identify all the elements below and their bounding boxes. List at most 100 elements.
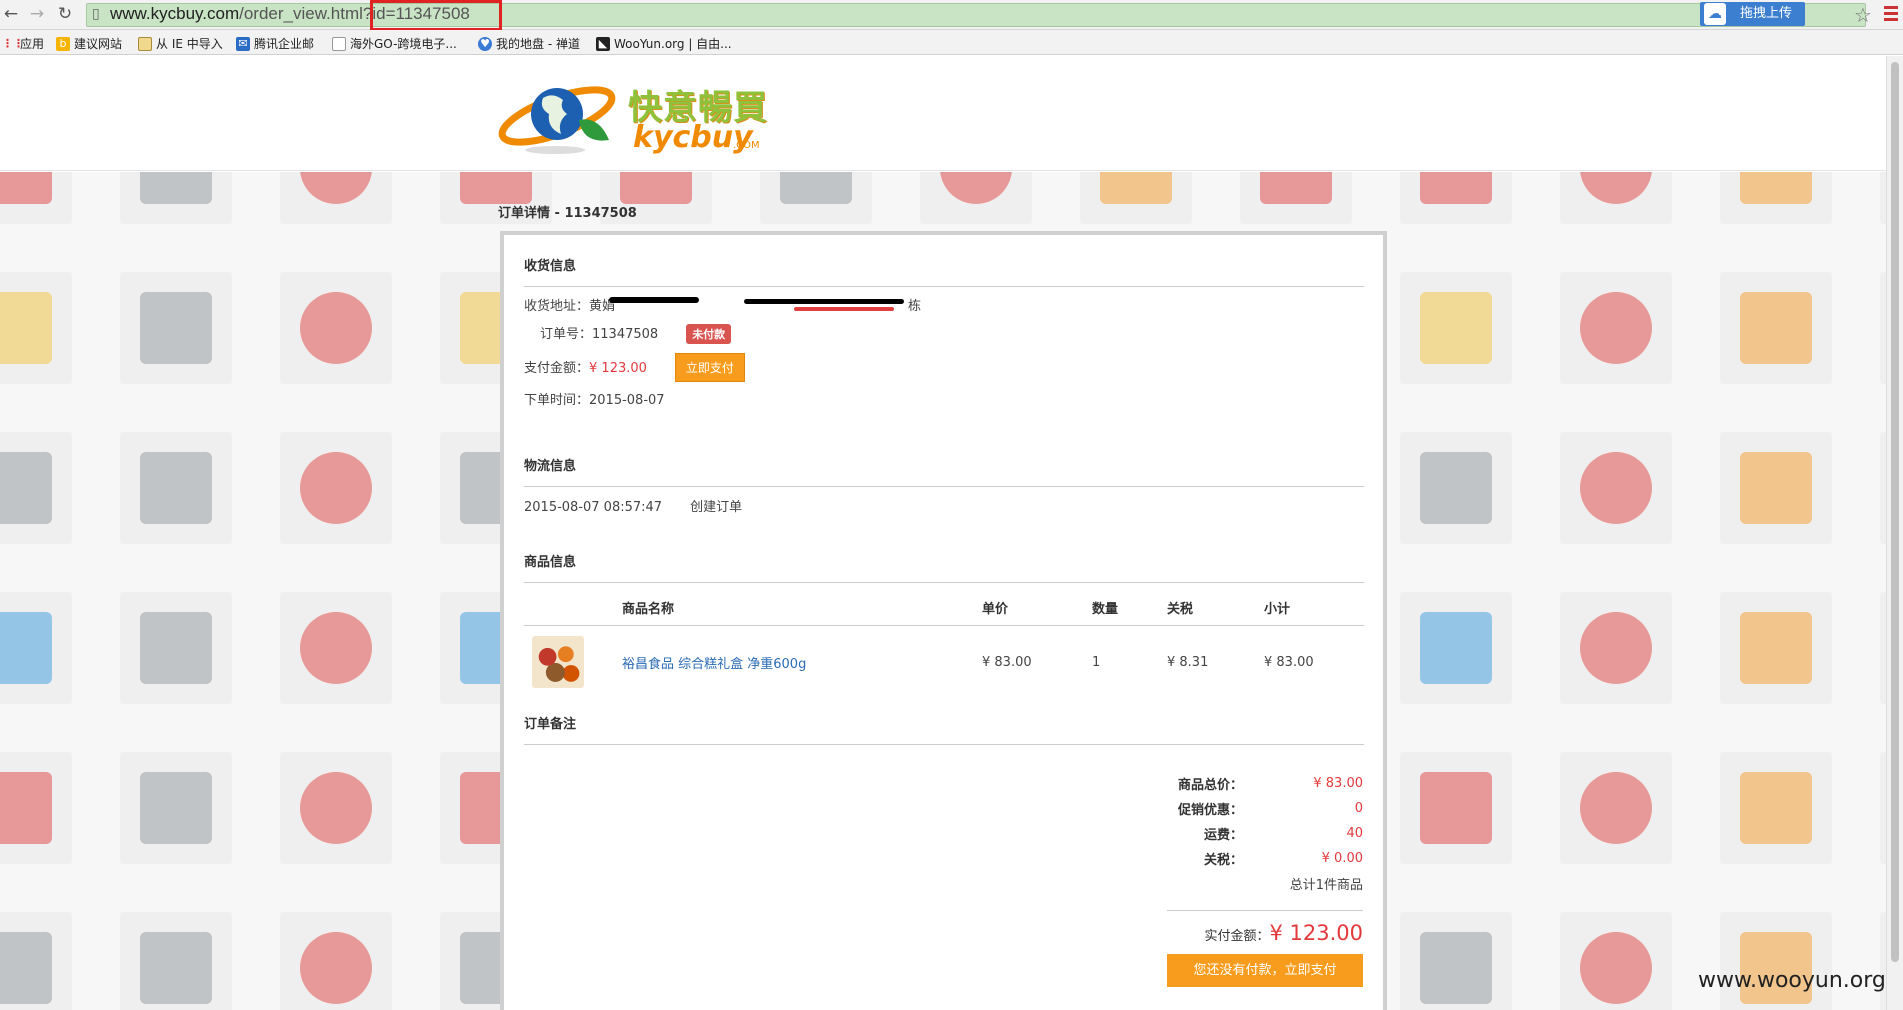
bookmark-star-icon[interactable]: ☆ <box>1854 3 1872 27</box>
order-detail-panel: 收货信息 收货地址：黄娟栋 订单号：11347508 未付款 支付金额：¥ 123… <box>500 231 1387 1010</box>
address-row: 收货地址：黄娟栋 <box>524 295 921 314</box>
bookmark-suggested[interactable]: b 建议网站 <box>56 35 122 52</box>
column-header-name: 商品名称 <box>622 590 982 626</box>
background-tile <box>120 912 232 1010</box>
column-header-price: 单价 <box>982 590 1092 626</box>
background-tile <box>1560 752 1672 864</box>
popcorn-icon <box>1580 772 1652 844</box>
background-tile <box>760 172 872 224</box>
unpaid-pay-now-button[interactable]: 您还没有付款，立即支付 <box>1167 954 1363 987</box>
umbrella-icon <box>140 612 212 684</box>
background-tile <box>120 432 232 544</box>
logistics-time: 2015-08-07 08:57:47 <box>524 500 663 515</box>
background-tile <box>0 172 72 224</box>
background-tile <box>280 432 392 544</box>
address-tail: 栋 <box>908 299 922 314</box>
page-title: 订单详情 - 11347508 <box>498 206 637 221</box>
shoe-icon <box>300 292 372 364</box>
bookmark-tencent-mail[interactable]: ✉ 腾讯企业邮 <box>236 35 314 52</box>
order-no-value: 11347508 <box>592 327 659 342</box>
background-tile <box>0 752 72 864</box>
logo-com-text: .COM <box>733 140 760 151</box>
amount-label: 支付金额： <box>524 361 590 376</box>
url-host: www.kycbuy.com <box>110 4 240 23</box>
background-tile <box>280 752 392 864</box>
kycbuy-logo[interactable]: 快意暢買 kycbuy .COM <box>495 76 775 156</box>
order-no-label: 订单号： <box>540 327 593 342</box>
product-qty: 1 <box>1092 654 1101 670</box>
popcorn-icon <box>140 772 212 844</box>
shipping-section-title: 收货信息 <box>524 255 1364 287</box>
total-label: 运费： <box>1203 828 1243 843</box>
products-table: 商品名称 单价 数量 关税 小计 裕昌食品 综合糕礼盒 净重600g ¥ 83.… <box>524 590 1364 698</box>
total-value: ¥ 83.00 <box>1313 776 1363 791</box>
order-time-value: 2015-08-07 <box>589 393 665 408</box>
background-tile <box>1720 432 1832 544</box>
background-tile <box>1400 592 1512 704</box>
order-number-row: 订单号：11347508 未付款 <box>540 323 732 344</box>
total-value: ¥ 0.00 <box>1321 851 1363 866</box>
bookmark-zentao[interactable]: ♥ 我的地盘 - 禅道 <box>478 35 580 52</box>
folder-icon <box>138 36 152 51</box>
umbrella-icon <box>0 612 52 684</box>
background-tile <box>280 272 392 384</box>
laptop-icon <box>1740 452 1812 524</box>
thumb-header <box>524 590 622 626</box>
popcorn-icon <box>1420 172 1492 204</box>
reload-icon[interactable]: ↻ <box>56 5 74 23</box>
cloud-upload-icon: ☁ <box>1704 3 1726 25</box>
popcorn-icon <box>780 172 852 204</box>
product-subtotal: ¥ 83.00 <box>1264 654 1314 670</box>
background-tile <box>1560 432 1672 544</box>
laptop-icon <box>1580 452 1652 524</box>
background-tile <box>120 172 232 224</box>
watermark: www.wooyun.org <box>1698 968 1886 993</box>
apps-grid-icon: ⋮⋮ <box>2 36 24 50</box>
product-tax: ¥ 8.31 <box>1167 654 1209 670</box>
background-tile <box>1560 912 1672 1010</box>
url-query-highlight-box <box>370 0 502 31</box>
bookmark-ie-import[interactable]: 从 IE 中导入 <box>138 35 223 52</box>
menu-icon[interactable] <box>1884 6 1898 24</box>
background-tile <box>1560 172 1672 224</box>
background-tile <box>280 592 392 704</box>
amount-value: ¥ 123.00 <box>589 361 647 376</box>
promo-line: 促销优惠： 0 <box>1103 796 1363 821</box>
background-tile <box>1720 172 1832 224</box>
remark-section-title: 订单备注 <box>524 713 1364 745</box>
total-label: 商品总价： <box>1177 778 1243 793</box>
popcorn-icon <box>0 772 52 844</box>
url-path: /order_view.html <box>239 4 363 23</box>
background-tile <box>120 272 232 384</box>
tax-line: 关税： ¥ 0.00 <box>1103 846 1363 871</box>
background-tile <box>1080 172 1192 224</box>
bookmark-label: 海外GO-跨境电子... <box>350 37 457 51</box>
background-tile <box>0 432 72 544</box>
background-tile <box>120 752 232 864</box>
globe-logo-icon <box>498 86 616 154</box>
popcorn-icon <box>1260 172 1332 204</box>
pay-now-button[interactable]: 立即支付 <box>674 353 745 382</box>
scrollbar-thumb[interactable] <box>1891 62 1899 962</box>
product-thumbnail[interactable] <box>532 636 584 688</box>
bookmark-label: WooYun.org | 自由... <box>614 37 732 51</box>
bookmark-haiwaigo[interactable]: 海外GO-跨境电子... <box>332 35 457 52</box>
background-tile <box>1400 172 1512 224</box>
item-count-line: 总计1件商品 <box>1103 871 1363 896</box>
product-name-link[interactable]: 裕昌食品 综合糕礼盒 净重600g <box>622 657 806 672</box>
monitor-icon <box>300 932 372 1004</box>
background-tile <box>0 592 72 704</box>
background-tile <box>1720 912 1832 1010</box>
forward-arrow-icon[interactable]: → <box>28 5 46 23</box>
background-tile <box>920 172 1032 224</box>
background-tile <box>0 912 72 1010</box>
amount-row: 支付金额：¥ 123.00 立即支付 <box>524 353 745 382</box>
paid-value: ¥ 123.00 <box>1269 921 1363 945</box>
umbrella-icon <box>1580 612 1652 684</box>
popcorn-icon <box>300 172 372 204</box>
background-tile <box>1720 752 1832 864</box>
bookmark-wooyun[interactable]: ◣ WooYun.org | 自由... <box>596 35 732 52</box>
umbrella-icon <box>300 612 372 684</box>
back-arrow-icon[interactable]: ← <box>2 5 20 23</box>
bookmark-apps[interactable]: ⋮⋮ 应用 <box>2 35 44 52</box>
